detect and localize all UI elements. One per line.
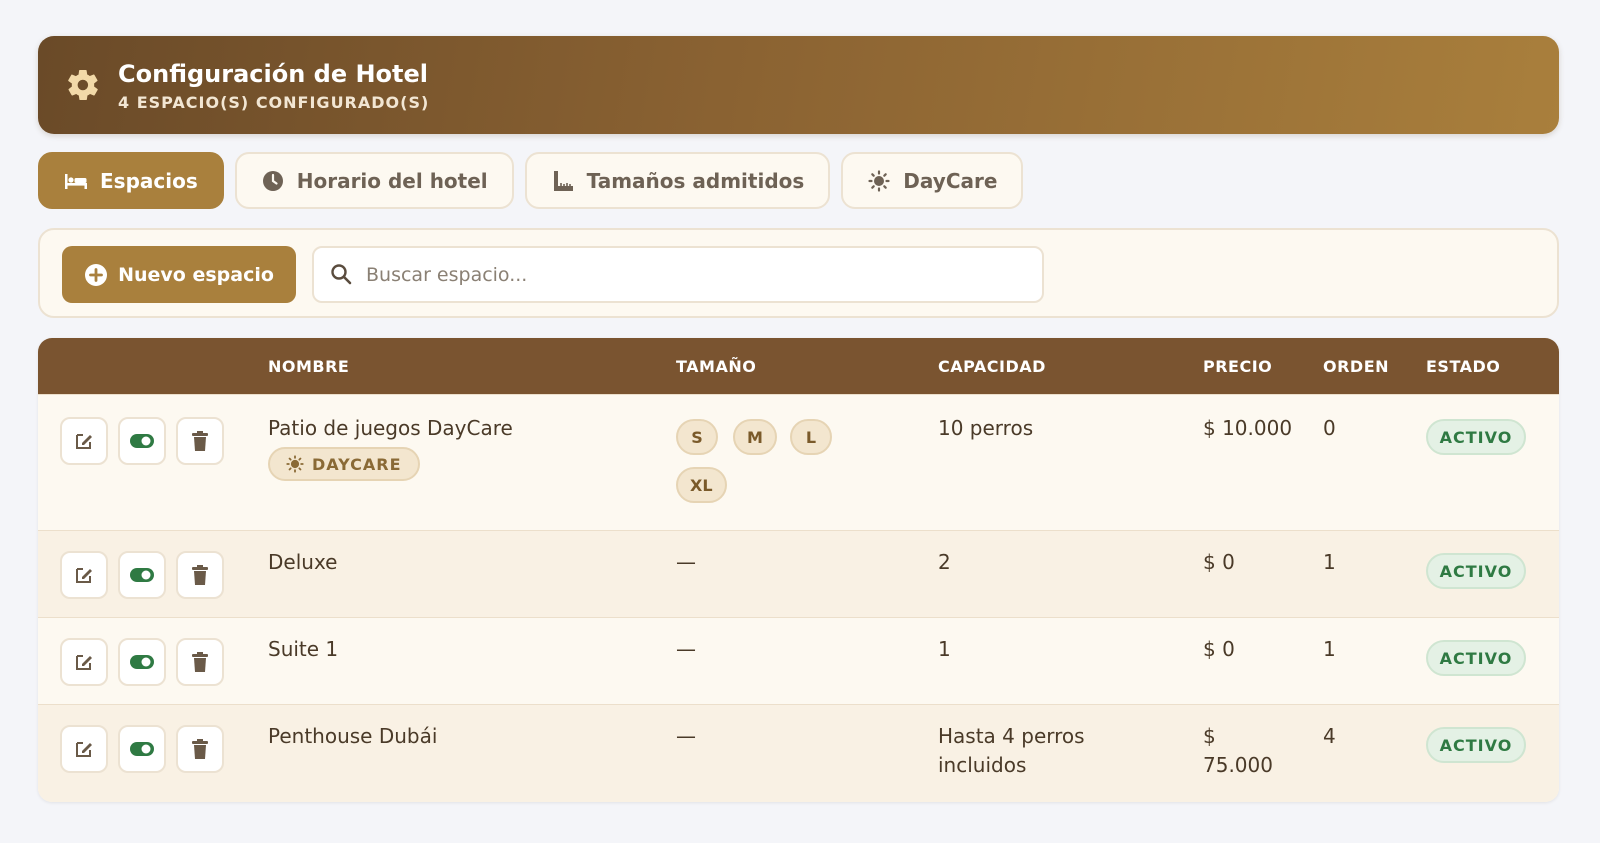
tab-label: DayCare	[903, 168, 998, 193]
trash-icon	[192, 739, 208, 759]
trash-icon	[192, 431, 208, 451]
edit-icon	[76, 655, 92, 670]
toggle-button[interactable]	[118, 725, 166, 773]
space-name: Suite 1	[268, 637, 339, 661]
space-capacity: 2	[938, 550, 951, 574]
toggle-on-icon	[130, 568, 154, 582]
delete-button[interactable]	[176, 417, 224, 465]
toggle-on-icon	[130, 434, 154, 448]
space-order: 1	[1323, 550, 1336, 574]
space-size: —	[676, 724, 696, 748]
toggle-button[interactable]	[118, 638, 166, 686]
tab-label: Espacios	[100, 168, 198, 193]
space-size: —	[676, 550, 696, 574]
row-actions	[60, 551, 224, 599]
edit-button[interactable]	[60, 725, 108, 773]
space-name: Deluxe	[268, 550, 338, 574]
column-header-nombre: NOMBRE	[268, 357, 350, 376]
tab-espacios[interactable]: Espacios	[38, 152, 224, 209]
delete-button[interactable]	[176, 551, 224, 599]
toggle-on-icon	[130, 742, 154, 756]
tab-daycare[interactable]: DayCare	[841, 152, 1024, 209]
size-chip: L	[790, 419, 832, 455]
ruler-icon	[551, 169, 575, 193]
table-row: Suite 1 — 1 $ 0 1 ACTIVO	[38, 617, 1559, 704]
space-price: $ 10.000	[1203, 416, 1293, 440]
tab-tamanos[interactable]: Tamaños admitidos	[524, 152, 831, 209]
status-badge: ACTIVO	[1426, 419, 1526, 455]
column-header-precio: PRECIO	[1203, 357, 1273, 376]
space-price: $ 0	[1203, 637, 1235, 661]
status-badge: ACTIVO	[1426, 727, 1526, 763]
search-input[interactable]	[366, 263, 1026, 286]
page-title: Configuración de Hotel	[118, 59, 429, 88]
toggle-button[interactable]	[118, 417, 166, 465]
clock-icon	[261, 169, 285, 193]
trash-icon	[192, 652, 208, 672]
row-actions	[60, 417, 224, 465]
space-price: $ 0	[1203, 550, 1235, 574]
space-capacity-line2: incluidos	[938, 753, 1027, 777]
status-badge: ACTIVO	[1426, 640, 1526, 676]
daycare-badge: DAYCARE	[268, 447, 420, 481]
trash-icon	[192, 565, 208, 585]
space-capacity-line1: Hasta 4 perros	[938, 724, 1085, 748]
toggle-button[interactable]	[118, 551, 166, 599]
toggle-on-icon	[130, 655, 154, 669]
row-actions	[60, 638, 224, 686]
table-row: Patio de juegos DayCare DAYCARE S M L XL…	[38, 394, 1559, 530]
edit-button[interactable]	[60, 551, 108, 599]
space-capacity: 10 perros	[938, 416, 1034, 440]
column-header-tamano: TAMAÑO	[676, 357, 757, 376]
tab-horario[interactable]: Horario del hotel	[234, 152, 514, 209]
sun-icon	[867, 169, 891, 193]
toolbar: Nuevo espacio	[38, 228, 1559, 318]
table-header: NOMBRE TAMAÑO CAPACIDAD PRECIO ORDEN EST…	[38, 338, 1559, 394]
tab-bar: Espacios Horario del hotel Tamaños admit…	[38, 152, 1024, 209]
edit-icon	[76, 568, 92, 583]
bed-icon	[64, 169, 88, 193]
space-capacity: 1	[938, 637, 951, 661]
space-order: 0	[1323, 416, 1336, 440]
sun-icon	[286, 455, 304, 473]
table-row: Deluxe — 2 $ 0 1 ACTIVO	[38, 530, 1559, 617]
edit-button[interactable]	[60, 417, 108, 465]
gear-icon	[64, 66, 102, 104]
row-actions	[60, 725, 224, 773]
space-price-line1: $	[1203, 724, 1216, 748]
space-size: —	[676, 637, 696, 661]
edit-icon	[76, 434, 92, 449]
table-row: Penthouse Dubái — Hasta 4 perros incluid…	[38, 704, 1559, 802]
column-header-estado: ESTADO	[1426, 357, 1501, 376]
daycare-badge-label: DAYCARE	[312, 454, 402, 474]
page-header: Configuración de Hotel 4 ESPACIO(S) CONF…	[38, 36, 1559, 134]
tab-label: Horario del hotel	[296, 168, 488, 193]
space-name: Penthouse Dubái	[268, 724, 438, 748]
space-price-line2: 75.000	[1203, 753, 1273, 777]
edit-icon	[76, 742, 92, 757]
new-space-button[interactable]: Nuevo espacio	[62, 246, 296, 303]
size-chip: S	[676, 419, 718, 455]
page-subtitle: 4 ESPACIO(S) CONFIGURADO(S)	[118, 92, 430, 112]
status-badge: ACTIVO	[1426, 553, 1526, 589]
size-chip: XL	[676, 467, 727, 503]
spaces-table: NOMBRE TAMAÑO CAPACIDAD PRECIO ORDEN EST…	[38, 338, 1559, 802]
space-name: Patio de juegos DayCare	[268, 416, 513, 440]
column-header-capacidad: CAPACIDAD	[938, 357, 1046, 376]
search-icon	[330, 263, 354, 287]
column-header-orden: ORDEN	[1323, 357, 1390, 376]
space-order: 1	[1323, 637, 1336, 661]
plus-circle-icon	[84, 263, 108, 287]
size-chip: M	[733, 419, 777, 455]
edit-button[interactable]	[60, 638, 108, 686]
tab-label: Tamaños admitidos	[586, 168, 805, 193]
delete-button[interactable]	[176, 638, 224, 686]
new-space-label: Nuevo espacio	[118, 263, 274, 286]
search-box	[312, 246, 1044, 303]
space-order: 4	[1323, 724, 1336, 748]
delete-button[interactable]	[176, 725, 224, 773]
